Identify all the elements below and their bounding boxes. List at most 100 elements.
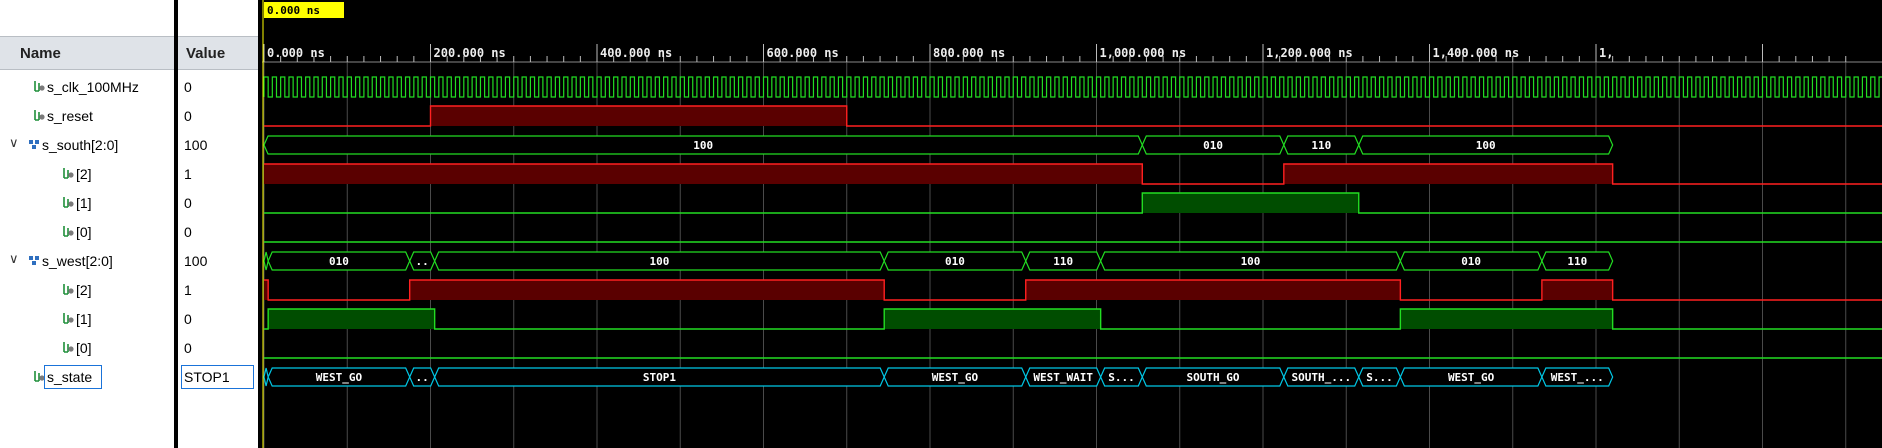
value-column-header[interactable]: Value	[178, 36, 258, 70]
bus-value-label: WEST_GO	[932, 371, 979, 384]
bit-signal-icon	[63, 342, 74, 353]
signal-value: 0	[184, 108, 192, 124]
bit-signal-icon	[63, 168, 74, 179]
signal-value-row: 1	[178, 276, 258, 305]
signal-row[interactable]: [2]	[0, 276, 174, 305]
signal-name: [0]	[76, 340, 92, 356]
ruler-tick-label: 600.000 ns	[767, 46, 839, 60]
south-bit2-trace	[264, 163, 1882, 185]
bus-value-label: 100	[650, 255, 670, 268]
signal-name: [2]	[76, 282, 92, 298]
signal-value: 0	[184, 195, 192, 211]
high-fill	[409, 280, 885, 300]
ruler-tick-label: 1,200.000 ns	[1266, 46, 1353, 60]
signal-name: s_reset	[47, 108, 93, 124]
south-bus-trace: 100 010 110 100	[263, 135, 1614, 155]
signal-row[interactable]: ∨ s_west[2:0]	[0, 247, 174, 276]
high-fill	[268, 309, 435, 329]
signal-row[interactable]: [2]	[0, 160, 174, 189]
bus-value-label: ..	[416, 371, 429, 384]
high-fill	[1025, 280, 1401, 300]
bus-value-label: SOUTH_...	[1291, 371, 1351, 384]
west-bus-trace: 010.. 100 010 110 100 010 110	[263, 251, 1614, 271]
bus-value-label: STOP1	[643, 371, 676, 384]
signal-value-row: 0	[178, 189, 258, 218]
bus-value-label: 100	[693, 139, 713, 152]
bus-value-label: 100	[1241, 255, 1261, 268]
signal-row[interactable]: [0]	[0, 334, 174, 363]
signal-name: [1]	[76, 311, 92, 327]
signal-value: 1	[184, 166, 192, 182]
selected-signal-highlight	[44, 365, 102, 389]
time-ruler: 0.000 ns 200.000 ns 400.000 ns 600.000 ns 80…	[262, 44, 1882, 63]
south-bit1-trace	[264, 192, 1882, 214]
ruler-tick-label: 400.000 ns	[600, 46, 672, 60]
ruler-tick-label: 1,400.000 ns	[1433, 46, 1520, 60]
signal-value-row: 1	[178, 160, 258, 189]
bit-signal-icon	[34, 81, 45, 92]
bus-value-label: 010	[329, 255, 349, 268]
bit-signal-icon	[34, 110, 45, 121]
signal-value-row: 0	[178, 218, 258, 247]
expand-chevron-icon[interactable]: ∨	[9, 135, 19, 151]
bus-value-label: WEST_WAIT	[1033, 371, 1093, 384]
state-bus-trace: WEST_GO.. STOP1 WEST_GO WEST_WAIT S... SOUTH_…	[263, 367, 1614, 387]
bus-value-label: S...	[1108, 371, 1135, 384]
bus-value-label: 110	[1311, 139, 1331, 152]
traces: 100 010 110 100 010.. 100 010 110 100 010 110 WEST_…	[263, 76, 1882, 387]
signal-value-row: 100	[178, 131, 258, 160]
signal-name: s_south[2:0]	[42, 137, 119, 153]
west-bit1-trace	[264, 308, 1882, 330]
signal-value-row: 0	[178, 73, 258, 102]
signal-value: 1	[184, 282, 192, 298]
bit-signal-icon	[63, 313, 74, 324]
bus-value-label: 010	[1203, 139, 1223, 152]
high-fill	[264, 164, 1143, 184]
signal-value: 0	[184, 340, 192, 356]
bit-signal-icon	[63, 197, 74, 208]
cursor-time-label: 0.000 ns	[267, 4, 320, 17]
signal-value-row: 100	[178, 247, 258, 276]
expand-chevron-icon[interactable]: ∨	[9, 251, 19, 267]
signal-row[interactable]: [1]	[0, 189, 174, 218]
signal-value: 100	[184, 137, 208, 153]
high-fill	[430, 106, 847, 126]
bus-value-label: WEST_...	[1551, 371, 1604, 384]
reset-trace	[264, 105, 1882, 127]
ruler-tick-label: 0.000 ns	[267, 46, 325, 60]
bus-value-label: 100	[1476, 139, 1496, 152]
signal-name-panel: Name s_clk_100MHz s_reset ∨ s_south[2:0] [2]…	[0, 0, 174, 448]
bus-value-label: S...	[1366, 371, 1393, 384]
signal-row[interactable]: s_clk_100MHz	[0, 73, 174, 102]
high-fill	[1142, 193, 1359, 213]
bus-value-label: 010	[1461, 255, 1481, 268]
name-column-header[interactable]: Name	[0, 36, 174, 70]
bus-value-label: SOUTH_GO	[1187, 371, 1240, 384]
signal-value-row: 0	[178, 334, 258, 363]
signal-value-panel: Value 0 0 100 1 0 0 100 1 0 0 STOP1	[178, 0, 258, 448]
ruler-tick-label: 200.000 ns	[434, 46, 506, 60]
signal-name: s_clk_100MHz	[47, 79, 139, 95]
ruler-tick-label: 1,000.000 ns	[1100, 46, 1187, 60]
clock-trace	[263, 76, 1882, 98]
bit-signal-icon	[63, 226, 74, 237]
signal-value-row: 0	[178, 102, 258, 131]
high-fill	[1541, 280, 1613, 300]
signal-name: [2]	[76, 166, 92, 182]
signal-row[interactable]: ∨ s_south[2:0]	[0, 131, 174, 160]
signal-row[interactable]: [0]	[0, 218, 174, 247]
ruler-tick-label: 1,	[1599, 46, 1613, 60]
signal-value-row: 0	[178, 305, 258, 334]
signal-row[interactable]: [1]	[0, 305, 174, 334]
signal-name: [0]	[76, 224, 92, 240]
high-fill	[1400, 309, 1613, 329]
ruler-tick-label: 800.000 ns	[933, 46, 1005, 60]
signal-row[interactable]: s_reset	[0, 102, 174, 131]
high-fill	[1283, 164, 1613, 184]
bus-value-label: WEST_GO	[316, 371, 363, 384]
bus-value-label: 010	[945, 255, 965, 268]
waveform-viewer[interactable]: 0.000 ns 200.000 ns 400.000 ns 600.000 ns 80…	[262, 0, 1882, 448]
signal-value: 0	[184, 79, 192, 95]
signal-value: 100	[184, 253, 208, 269]
signal-value: 0	[184, 224, 192, 240]
